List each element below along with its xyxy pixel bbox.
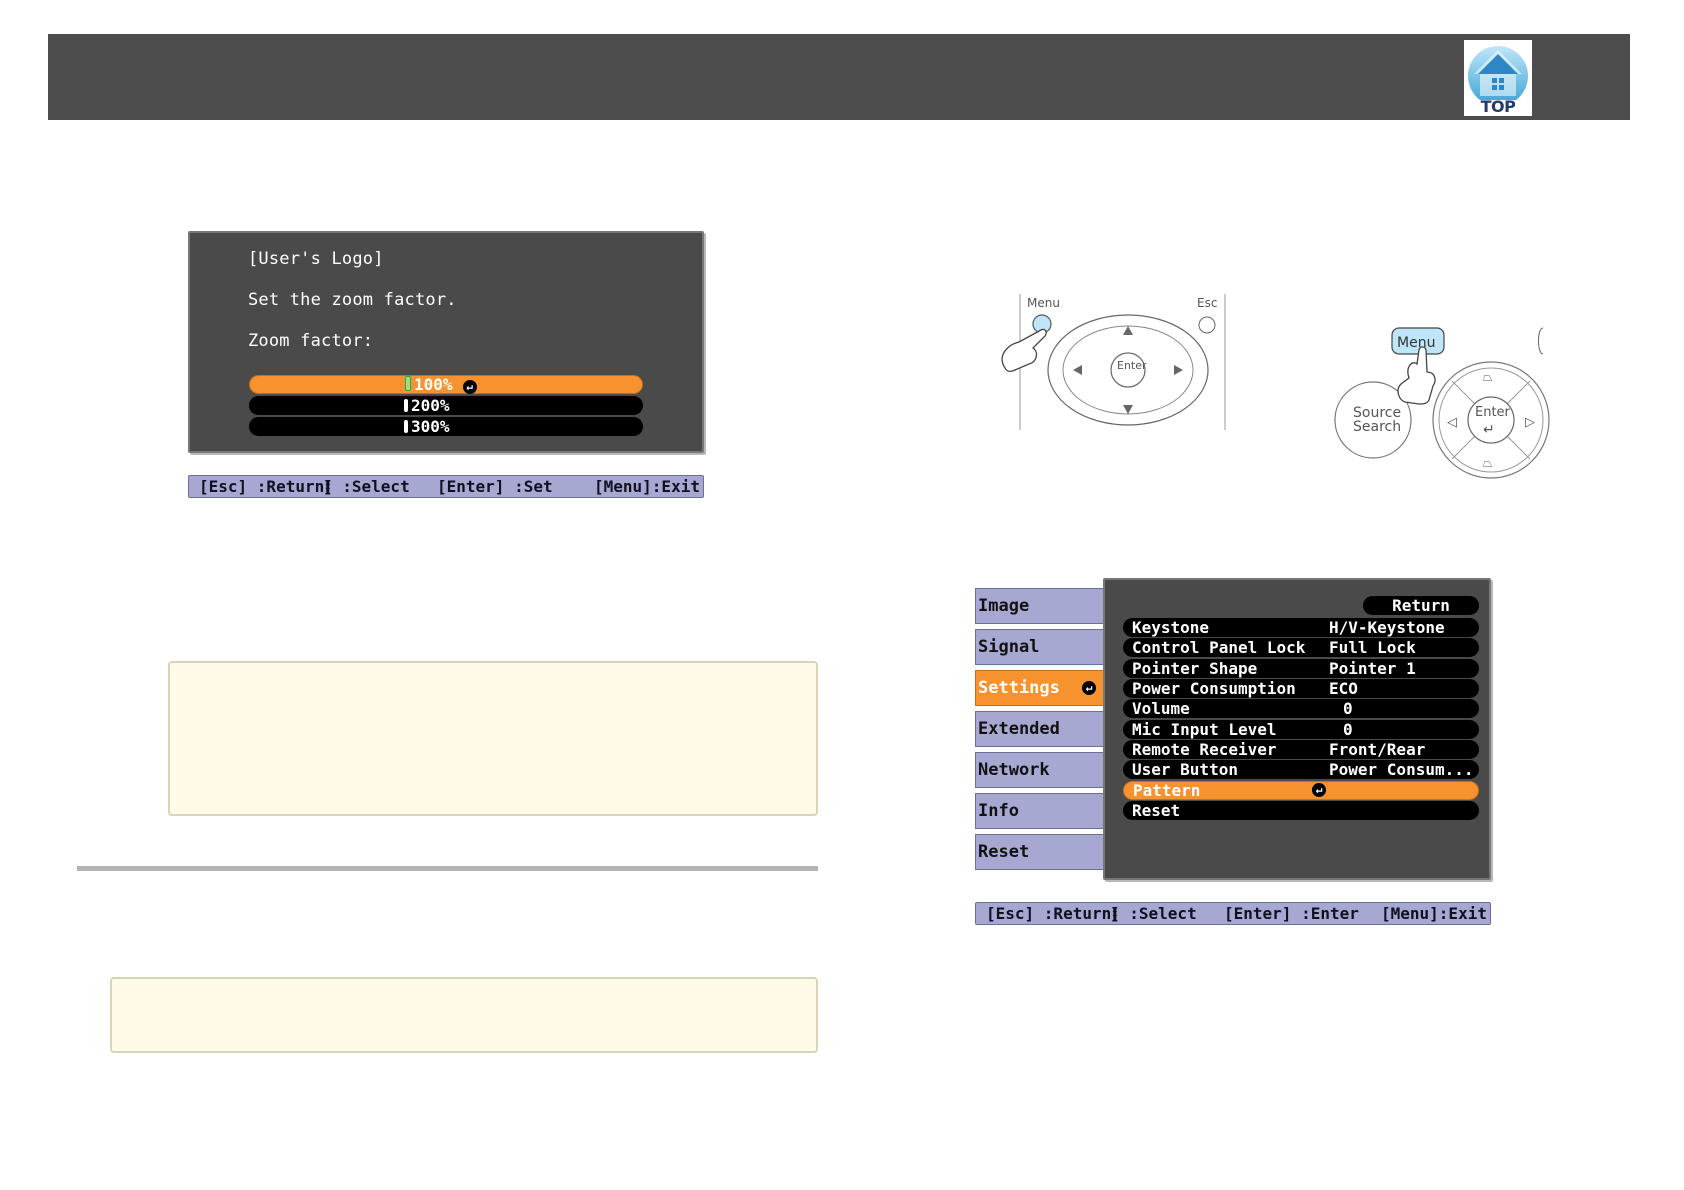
note-box — [168, 661, 818, 816]
menu-row-keystone[interactable]: Keystone H/V-Keystone — [1123, 618, 1479, 637]
zoom-option-200[interactable]: 200% — [249, 396, 643, 415]
zoom-option-label: 100% — [414, 375, 453, 394]
top-link-button[interactable]: TOP — [1464, 40, 1532, 116]
menu-hint: [Menu]:Exit — [1381, 904, 1487, 923]
tab-reset[interactable]: Reset — [975, 834, 1105, 870]
tab-settings[interactable]: Settings ↵ — [975, 670, 1105, 706]
keystone-up-icon[interactable]: ⏢ — [1483, 370, 1493, 384]
tab-signal[interactable]: Signal — [975, 629, 1105, 665]
radio-mark-icon — [404, 420, 408, 433]
row-value: 0 — [1343, 699, 1353, 718]
configuration-menu: Image Signal Settings ↵ Extended Network… — [975, 578, 1491, 880]
remote-enter-label: Enter — [1117, 359, 1147, 372]
remote-esc-button[interactable] — [1198, 316, 1216, 334]
row-value: ECO — [1329, 679, 1358, 698]
menu-row-power-consumption[interactable]: Power Consumption ECO — [1123, 679, 1479, 698]
row-value: Full Lock — [1329, 638, 1416, 657]
house-icon — [1468, 46, 1528, 100]
zoom-option-label: 200% — [411, 396, 450, 415]
return-button[interactable]: Return — [1363, 596, 1479, 615]
enter-icon: ↵ — [462, 380, 477, 394]
menu-row-reset[interactable]: Reset — [1123, 801, 1479, 820]
keystone-right-icon[interactable]: ▷ — [1525, 415, 1535, 430]
dialog-title: [User's Logo] — [248, 249, 384, 269]
config-menu-statusbar: [Esc] :Return [⬍] :Select [Enter] :Enter… — [975, 902, 1491, 925]
panel-enter-label: Enter — [1475, 405, 1511, 420]
panel-menu-label: Menu — [1397, 335, 1435, 351]
row-label: Power Consumption — [1132, 679, 1296, 698]
radio-mark-icon — [404, 399, 408, 412]
enter-icon: ↵ — [1312, 783, 1326, 797]
settings-panel: Return Keystone H/V-Keystone Control Pan… — [1103, 578, 1491, 880]
row-value: Pointer 1 — [1329, 659, 1416, 678]
remote-esc-label: Esc — [1197, 296, 1217, 310]
pointing-hand-icon — [1001, 328, 1047, 372]
remote-menu-label: Menu — [1027, 296, 1060, 310]
menu-row-pointer-shape[interactable]: Pointer Shape Pointer 1 — [1123, 659, 1479, 678]
dialog-instruction: Set the zoom factor. — [248, 290, 457, 310]
row-label: User Button — [1132, 760, 1238, 779]
row-value: Power Consum... — [1329, 760, 1474, 779]
esc-hint: [Esc] :Return — [986, 904, 1112, 923]
menu-row-control-panel-lock[interactable]: Control Panel Lock Full Lock — [1123, 638, 1479, 657]
enter-icon: ↵ — [1483, 422, 1495, 438]
remote-control-illustration: Menu Esc Enter — [985, 290, 1235, 440]
zoom-option-100[interactable]: 100% ↵ — [249, 375, 643, 394]
row-label: Pointer Shape — [1132, 659, 1258, 678]
menu-row-pattern[interactable]: Pattern ↵ — [1123, 781, 1479, 800]
keystone-left-icon[interactable]: ◁ — [1447, 415, 1457, 430]
zoom-option-label: 300% — [411, 417, 450, 436]
control-panel-illustration: Menu Source Search Enter ↵ ⏢ ⏢ ◁ ▷ — [1325, 320, 1555, 480]
menu-row-mic-input-level[interactable]: Mic Input Level 0 — [1123, 720, 1479, 739]
tab-extended[interactable]: Extended — [975, 711, 1105, 747]
tab-info[interactable]: Info — [975, 793, 1105, 829]
row-label: Reset — [1132, 801, 1181, 820]
row-value: 0 — [1343, 720, 1353, 739]
radio-mark-icon — [405, 376, 411, 391]
enter-icon: ↵ — [1082, 681, 1096, 695]
section-divider — [77, 866, 818, 871]
row-label: Control Panel Lock — [1132, 638, 1306, 657]
row-label: Remote Receiver — [1132, 740, 1277, 759]
tab-label: Settings — [978, 678, 1060, 698]
enter-hint: [Enter] :Enter — [1224, 904, 1359, 923]
top-logo-label: TOP — [1480, 97, 1516, 116]
esc-hint: [Esc] :Return — [199, 477, 325, 496]
enter-hint: [Enter] :Set — [437, 477, 553, 496]
row-value: H/V-Keystone — [1329, 618, 1445, 637]
zoom-factor-label: Zoom factor: — [248, 331, 374, 351]
keystone-down-icon[interactable]: ⏢ — [1483, 456, 1493, 470]
row-value: Front/Rear — [1329, 740, 1426, 759]
menu-row-user-button[interactable]: User Button Power Consum... — [1123, 760, 1479, 779]
row-label: Keystone — [1132, 618, 1210, 637]
zoom-factor-dialog: [User's Logo] Set the zoom factor. Zoom … — [188, 231, 704, 453]
row-label: Volume — [1132, 699, 1190, 718]
row-label: Pattern — [1133, 781, 1201, 800]
source-search-label-2: Search — [1353, 419, 1401, 435]
tab-image[interactable]: Image — [975, 588, 1105, 624]
menu-row-volume[interactable]: Volume 0 — [1123, 699, 1479, 718]
row-label: Mic Input Level — [1132, 720, 1277, 739]
zoom-dialog-statusbar: [Esc] :Return [⬍] :Select [Enter] :Set [… — [188, 475, 704, 498]
page-header-bar — [48, 34, 1630, 120]
menu-row-remote-receiver[interactable]: Remote Receiver Front/Rear — [1123, 740, 1479, 759]
zoom-option-300[interactable]: 300% — [249, 417, 643, 436]
menu-hint: [Menu]:Exit — [594, 477, 700, 496]
pointing-hand-icon — [1397, 346, 1436, 405]
note-box — [110, 977, 818, 1053]
tab-network[interactable]: Network — [975, 752, 1105, 788]
